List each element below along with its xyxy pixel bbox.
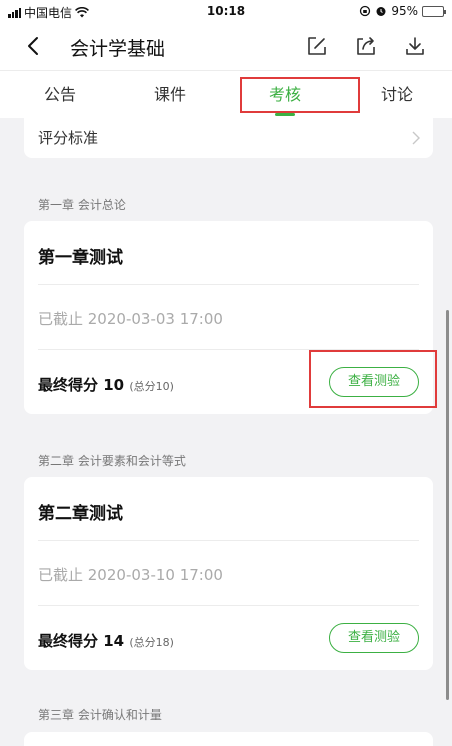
active-tab-indicator [275, 113, 295, 116]
divider [38, 605, 419, 606]
edit-icon[interactable] [306, 35, 328, 57]
tab-announcements[interactable]: 公告 [20, 71, 100, 119]
download-icon[interactable] [404, 35, 426, 57]
quiz-title: 第一章测试 [38, 248, 123, 268]
quiz-deadline: 已截止 2020-03-10 17:00 [38, 566, 223, 584]
final-score-label: 最终得分 14 [38, 632, 125, 650]
back-icon[interactable] [22, 34, 46, 58]
divider [38, 540, 419, 541]
scrollbar[interactable] [446, 310, 449, 700]
final-score: 最终得分 14 (总分18) [38, 630, 174, 651]
score-total: (总分10) [129, 380, 174, 393]
quiz-deadline: 已截止 2020-03-03 17:00 [38, 310, 223, 328]
battery-icon [422, 5, 446, 17]
quiz-title: 第二章测试 [38, 504, 123, 524]
alarm-icon [376, 7, 386, 16]
status-bar: 中国电信 10:18 95% [0, 0, 452, 22]
divider [38, 284, 419, 285]
tab-bar: 公告 课件 考核 讨论 [0, 70, 452, 118]
nav-bar: 会计学基础 [0, 22, 452, 70]
score-total: (总分18) [129, 636, 174, 649]
share-icon[interactable] [355, 35, 377, 57]
quiz-card-chapter-2[interactable]: 第二章测试 已截止 2020-03-10 17:00 最终得分 14 (总分18… [24, 477, 433, 670]
status-right: 95% [359, 4, 446, 18]
quiz-card-chapter-3[interactable] [24, 732, 433, 746]
chevron-right-icon [412, 131, 420, 145]
section-title-chapter-1: 第一章 会计总论 [38, 198, 126, 212]
battery-percent: 95% [391, 4, 418, 18]
highlight-box-tab [240, 77, 360, 113]
final-score: 最终得分 10 (总分10) [38, 374, 174, 395]
tab-discussion[interactable]: 讨论 [357, 71, 437, 119]
view-quiz-button[interactable]: 查看测验 [329, 623, 419, 653]
grading-criteria-label: 评分标准 [38, 129, 99, 147]
tab-courseware[interactable]: 课件 [130, 71, 210, 119]
page-title: 会计学基础 [70, 38, 166, 60]
orientation-lock-icon [360, 5, 371, 17]
section-title-chapter-3: 第三章 会计确认和计量 [38, 708, 162, 722]
section-title-chapter-2: 第二章 会计要素和会计等式 [38, 454, 186, 468]
final-score-label: 最终得分 10 [38, 376, 125, 394]
grading-criteria-row[interactable]: 评分标准 [24, 118, 433, 158]
highlight-box-view-quiz [309, 350, 437, 408]
